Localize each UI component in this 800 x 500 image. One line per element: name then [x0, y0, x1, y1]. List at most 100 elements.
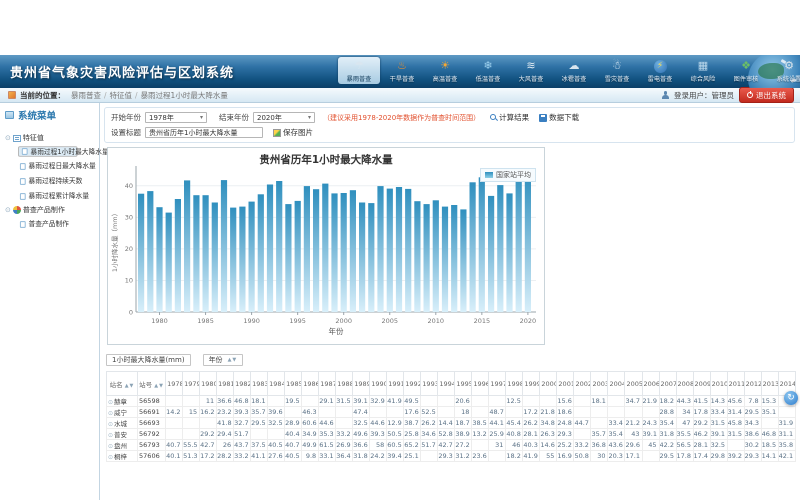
- tree-leaf[interactable]: 暴雨过程持续天数: [18, 175, 93, 187]
- breadcrumb-segment[interactable]: 特征值: [110, 91, 133, 100]
- station-name-cell[interactable]: ⊙盘州: [107, 440, 138, 451]
- expander-icon[interactable]: ⊙: [5, 206, 11, 214]
- nav-item-settings[interactable]: ⚙系统设置: [768, 57, 800, 84]
- row-expander-icon[interactable]: ⊙: [108, 432, 113, 439]
- low-temp-icon: ❄: [479, 59, 497, 73]
- col-header-year[interactable]: 1998: [506, 372, 523, 396]
- breadcrumb-path: 暴雨普查/特征值/暴雨过程1小时最大降水量: [69, 90, 230, 101]
- nav-item-hail[interactable]: ☁冰雹普查: [553, 57, 595, 84]
- col-header-year[interactable]: 1983: [251, 372, 268, 396]
- col-header-year[interactable]: 1996: [472, 372, 489, 396]
- col-header-year[interactable]: 2012: [744, 372, 761, 396]
- col-header-year[interactable]: 1997: [489, 372, 506, 396]
- nav-item-map-review[interactable]: ❖图件审核: [725, 57, 767, 84]
- station-name-cell[interactable]: ⊙桐梓: [107, 451, 138, 462]
- end-year-select[interactable]: 2020年 ▾: [253, 112, 315, 123]
- col-header-year[interactable]: 1985: [285, 372, 302, 396]
- value-cell: 15.6: [557, 396, 574, 407]
- calculate-button[interactable]: 计算结果: [490, 112, 529, 123]
- col-header-year[interactable]: 2000: [540, 372, 557, 396]
- col-header-year[interactable]: 1995: [455, 372, 472, 396]
- col-header-year[interactable]: 2006: [642, 372, 659, 396]
- col-header-year[interactable]: 1979: [183, 372, 200, 396]
- year-sort-control[interactable]: 年份 ▲▼: [203, 354, 244, 366]
- nav-item-lightning[interactable]: ⚡雷电普查: [639, 57, 681, 84]
- tree-parent-0[interactable]: ⊙ 特征值: [5, 133, 96, 143]
- col-header-year[interactable]: 2004: [608, 372, 625, 396]
- logout-button[interactable]: 退出系统: [739, 87, 794, 103]
- chart-legend[interactable]: 国家站平均: [480, 168, 536, 182]
- col-header-year[interactable]: 2008: [676, 372, 693, 396]
- col-header-year[interactable]: 1990: [370, 372, 387, 396]
- refresh-button[interactable]: ↻: [784, 391, 798, 405]
- station-name-cell[interactable]: ⊙水城: [107, 418, 138, 429]
- col-header-year[interactable]: 1980: [200, 372, 217, 396]
- tree-leaf[interactable]: 暴雨过程累计降水量: [18, 190, 93, 202]
- chart-title-input[interactable]: [145, 127, 263, 138]
- download-button[interactable]: 数据下载: [539, 112, 579, 123]
- station-name-cell[interactable]: ⊙普安: [107, 429, 138, 440]
- col-header-year[interactable]: 2001: [557, 372, 574, 396]
- save-image-button[interactable]: 保存图片: [273, 127, 313, 138]
- row-expander-icon[interactable]: ⊙: [108, 410, 113, 417]
- table-row[interactable]: ⊙桐梓5760640.151.317.228.233.241.127.640.5…: [107, 451, 796, 462]
- col-header-year[interactable]: 2010: [710, 372, 727, 396]
- value-cell: 23.6: [472, 451, 489, 462]
- col-header-year[interactable]: 1991: [387, 372, 404, 396]
- nav-item-high-temp[interactable]: ☀高温普查: [424, 57, 466, 84]
- value-cell: 50.5: [387, 429, 404, 440]
- col-header-year[interactable]: 2011: [727, 372, 744, 396]
- tree-leaf[interactable]: 普查产品制作: [18, 218, 93, 230]
- tree-leaf[interactable]: 暴雨过程1小时最大降水量: [18, 146, 78, 157]
- expander-icon[interactable]: ⊙: [5, 134, 11, 142]
- col-header-year[interactable]: 2005: [625, 372, 642, 396]
- nav-item-wind[interactable]: ≋大风普查: [510, 57, 552, 84]
- col-header-year[interactable]: 1981: [217, 372, 234, 396]
- col-header-year[interactable]: 1978: [166, 372, 183, 396]
- col-header-year[interactable]: 2003: [591, 372, 608, 396]
- tree-parent-1[interactable]: ⊙ 普查产品制作: [5, 205, 96, 215]
- value-cell: 29.3: [438, 451, 455, 462]
- col-header-year[interactable]: 2013: [761, 372, 778, 396]
- col-header-name[interactable]: 站名 ▲▼: [107, 372, 138, 396]
- row-expander-icon[interactable]: ⊙: [108, 421, 113, 428]
- col-header-year[interactable]: 2009: [693, 372, 710, 396]
- col-header-year[interactable]: 1987: [319, 372, 336, 396]
- station-name-cell[interactable]: ⊙威宁: [107, 407, 138, 418]
- col-header-year[interactable]: 1989: [353, 372, 370, 396]
- nav-item-risk[interactable]: ▦综合风险: [682, 57, 724, 84]
- breadcrumb-segment[interactable]: 暴雨过程1小时最大降水量: [141, 91, 228, 100]
- station-name-cell[interactable]: ⊙赫章: [107, 396, 138, 407]
- start-year-select[interactable]: 1978年 ▾: [145, 112, 207, 123]
- col-header-year[interactable]: 1993: [421, 372, 438, 396]
- metric-selector[interactable]: 1小时最大降水量(mm): [106, 354, 191, 366]
- col-header-year[interactable]: 1984: [268, 372, 285, 396]
- nav-item-low-temp[interactable]: ❄低温普查: [467, 57, 509, 84]
- row-expander-icon[interactable]: ⊙: [108, 399, 113, 406]
- nav-item-rainstorm[interactable]: ☂暴雨普查: [338, 57, 380, 84]
- col-header-year[interactable]: 1986: [302, 372, 319, 396]
- row-expander-icon[interactable]: ⊙: [108, 443, 113, 450]
- sort-icons[interactable]: ▲▼: [154, 383, 164, 389]
- tree-leaf[interactable]: 暴雨过程日最大降水量: [18, 160, 93, 172]
- table-row[interactable]: ⊙威宁5669114.21516.223.239.335.739.646.347…: [107, 407, 796, 418]
- table-row[interactable]: ⊙水城5669341.832.729.532.528.960.644.632.5…: [107, 418, 796, 429]
- col-header-year[interactable]: 1999: [523, 372, 540, 396]
- col-header-year[interactable]: 1988: [336, 372, 353, 396]
- col-header-year[interactable]: 1992: [404, 372, 421, 396]
- breadcrumb-segment[interactable]: 暴雨普查: [71, 91, 101, 100]
- col-header-id[interactable]: 站号 ▲▼: [138, 372, 166, 396]
- nav-item-drought[interactable]: ♨干旱普查: [381, 57, 423, 84]
- nav-item-snow[interactable]: ☃雪灾普查: [596, 57, 638, 84]
- table-row[interactable]: ⊙赫章565981136.646.818.119.529.131.539.132…: [107, 396, 796, 407]
- value-cell: 36.8: [591, 440, 608, 451]
- col-header-year[interactable]: 1994: [438, 372, 455, 396]
- sort-icons[interactable]: ▲▼: [125, 383, 135, 389]
- row-expander-icon[interactable]: ⊙: [108, 454, 113, 461]
- col-header-year[interactable]: 2002: [574, 372, 591, 396]
- table-row[interactable]: ⊙普安5679229.229.451.740.434.935.333.249.6…: [107, 429, 796, 440]
- col-header-year[interactable]: 1982: [234, 372, 251, 396]
- value-cell: 31.8: [659, 429, 676, 440]
- col-header-year[interactable]: 2007: [659, 372, 676, 396]
- table-row[interactable]: ⊙盘州5679340.755.542.72643.737.540.540.749…: [107, 440, 796, 451]
